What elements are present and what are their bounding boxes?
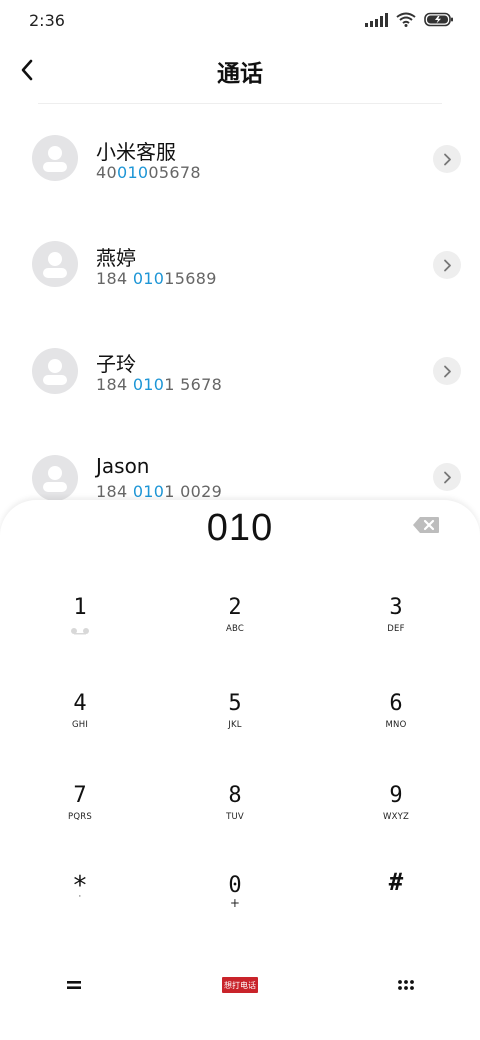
contact-detail-button[interactable] <box>433 463 461 491</box>
contact-number: 184 0101 5678 <box>96 375 223 394</box>
wifi-icon <box>396 12 416 27</box>
key-4[interactable]: 4 GHI <box>0 692 160 772</box>
chevron-right-icon <box>443 471 451 483</box>
equals-icon <box>67 981 81 989</box>
collapse-dialpad-button[interactable] <box>44 965 104 1005</box>
contact-row[interactable]: 子玲 184 0101 5678 <box>0 316 480 422</box>
key-8[interactable]: 8 TUV <box>155 784 315 864</box>
contact-name: 子玲 <box>96 352 136 376</box>
key-0[interactable]: 0 + <box>155 874 315 954</box>
status-bar: 2:36 <box>0 0 480 42</box>
dial-input[interactable]: 010 <box>0 507 480 550</box>
contact-number: 184 0101 0029 <box>96 482 223 500</box>
contact-row[interactable]: 小米客服 4001005678 <box>0 104 480 210</box>
contact-number: 4001005678 <box>96 163 201 182</box>
avatar <box>32 348 78 394</box>
backspace-icon <box>413 517 439 533</box>
avatar <box>32 241 78 287</box>
key-5[interactable]: 5 JKL <box>155 692 315 772</box>
contact-detail-button[interactable] <box>433 145 461 173</box>
chevron-right-icon <box>443 365 451 377</box>
dots-grid-icon <box>398 980 414 990</box>
contact-row[interactable]: 燕婷 184 01015689 <box>0 210 480 316</box>
contact-list: 小米客服 4001005678 燕婷 184 01015689 子玲 184 0… <box>0 104 480 500</box>
avatar <box>32 455 78 500</box>
key-3[interactable]: 3 DEF <box>316 596 476 676</box>
dialpad-bottom-bar: 想打电话 <box>0 965 480 1005</box>
battery-charging-icon <box>424 12 453 27</box>
key-2[interactable]: 2 ABC <box>155 596 315 676</box>
key-star[interactable]: * · <box>0 873 160 954</box>
avatar <box>32 135 78 181</box>
contact-name: 燕婷 <box>96 246 136 270</box>
voicemail-icon <box>71 628 89 635</box>
contact-row[interactable]: Jason 184 0101 0029 <box>0 422 480 500</box>
status-icons <box>365 12 454 27</box>
page-title: 通话 <box>217 61 263 87</box>
backspace-button[interactable] <box>412 515 440 535</box>
call-button[interactable]: 想打电话 <box>222 977 258 993</box>
status-time: 2:36 <box>29 11 65 30</box>
contact-name: 小米客服 <box>96 140 176 164</box>
signal-icon <box>365 12 388 27</box>
key-9[interactable]: 9 WXYZ <box>316 784 476 864</box>
key-1[interactable]: 1 <box>0 596 160 676</box>
contact-name: Jason <box>96 454 150 478</box>
chevron-right-icon <box>443 153 451 165</box>
chevron-right-icon <box>443 259 451 271</box>
more-options-button[interactable] <box>376 965 436 1005</box>
key-6[interactable]: 6 MNO <box>316 692 476 772</box>
key-7[interactable]: 7 PQRS <box>0 784 160 864</box>
contact-detail-button[interactable] <box>433 251 461 279</box>
contact-number: 184 01015689 <box>96 269 217 288</box>
key-hash[interactable]: # <box>316 870 476 950</box>
contact-detail-button[interactable] <box>433 357 461 385</box>
header: 通话 <box>0 42 480 102</box>
dialpad: 010 1 2 ABC 3 DEF 4 GHI 5 JKL 6 MNO 7 PQ… <box>0 500 480 1040</box>
